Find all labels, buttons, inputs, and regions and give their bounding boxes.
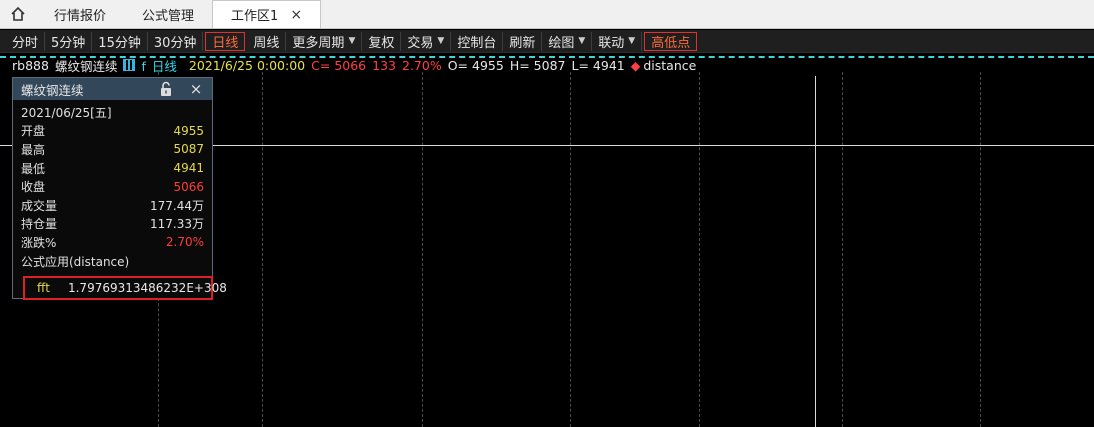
panel-row-close: 收盘 5066	[21, 179, 204, 195]
tab-formula[interactable]: 公式管理	[124, 0, 212, 28]
tb-refresh-button[interactable]: 刷新	[503, 31, 543, 51]
panel-header[interactable]: 螺纹钢连续 ×	[13, 78, 212, 100]
tb-adjust-button[interactable]: 复权	[362, 31, 402, 51]
crosshair-vertical	[815, 76, 816, 427]
panel-date-row: 2021/06/25[五]	[21, 105, 112, 120]
dropdown-arrow-icon: ▼	[628, 36, 636, 46]
fft-label: fft	[37, 281, 50, 295]
open-price: O= 4955	[447, 57, 504, 73]
indicator-name: distance	[643, 57, 697, 73]
tb-15min-button[interactable]: 15分钟	[92, 31, 148, 51]
period-label: f 日线	[141, 58, 177, 74]
grid-icon[interactable]	[123, 59, 136, 71]
panel-close-icon[interactable]: ×	[186, 80, 206, 98]
dropdown-arrow-icon: ▼	[348, 36, 356, 46]
panel-row-open: 开盘 4955	[21, 123, 204, 139]
tb-intraday-button[interactable]: 分时	[6, 31, 46, 51]
price-change: 133	[372, 57, 396, 73]
panel-formula-label: 公式应用(distance)	[21, 254, 130, 269]
panel-row-change-pct: 涨跌% 2.70%	[21, 235, 204, 250]
panel-body: 2021/06/25[五] 开盘 4955 最高 5087 最低 4941 收盘 506…	[13, 100, 212, 270]
fft-value-row: fft 1.79769313486232E+308	[23, 276, 227, 300]
dropdown-arrow-icon: ▼	[578, 36, 586, 46]
tab-workspace[interactable]: 工作区1 ×	[212, 0, 322, 28]
fft-value: 1.79769313486232E+308	[67, 281, 227, 295]
tb-30min-button[interactable]: 30分钟	[148, 31, 204, 51]
panel-row-low: 最低 4941	[21, 161, 204, 176]
tb-link-dropdown[interactable]: 联动 ▼	[592, 31, 643, 51]
tb-daily-button[interactable]: 日线	[205, 31, 246, 51]
indicator-diamond-icon: ◆	[630, 57, 641, 73]
close-price: C= 5066	[311, 57, 367, 73]
bar-data-panel[interactable]: 螺纹钢连续 × 2021/06/25[五] 开盘 4955 最高 5087 最低 49…	[12, 77, 227, 300]
panel-row-high: 最高 5087	[21, 142, 204, 157]
dropdown-arrow-icon: ▼	[437, 36, 445, 46]
tab-close-icon[interactable]: ×	[290, 7, 302, 23]
symbol-code: rb888	[12, 57, 49, 73]
symbol-name: 螺纹钢连续	[54, 58, 118, 74]
tb-weekly-button[interactable]: 周线	[247, 31, 287, 51]
panel-title: 螺纹钢连续	[21, 82, 84, 98]
bar-datetime: 2021/6/25 0:00:00	[188, 57, 306, 73]
grid-line	[262, 72, 263, 427]
tb-highlow-button[interactable]: 高低点	[644, 31, 698, 51]
grid-line	[842, 72, 843, 427]
price-change-pct: 2.70%	[402, 57, 442, 73]
home-icon[interactable]	[0, 0, 36, 28]
grid-line	[699, 72, 700, 427]
tb-more-periods-dropdown[interactable]: 更多周期 ▼	[286, 31, 363, 51]
tab-quotes[interactable]: 行情报价	[36, 0, 124, 28]
tb-trade-dropdown[interactable]: 交易 ▼	[401, 31, 452, 51]
panel-row-volume: 成交量 177.44万	[21, 198, 204, 213]
low-price: L= 4941	[571, 57, 625, 73]
tab-bar: 行情报价 公式管理 工作区1 ×	[0, 0, 1094, 29]
tb-5min-button[interactable]: 5分钟	[45, 31, 93, 51]
grid-line	[980, 72, 981, 427]
tb-console-button[interactable]: 控制台	[451, 31, 504, 51]
tb-draw-dropdown[interactable]: 绘图 ▼	[542, 31, 593, 51]
quote-info-line: rb888 螺纹钢连续 f 日线 2021/6/25 0:00:00 C= 506…	[12, 57, 702, 74]
panel-row-open-interest: 持仓量 117.33万	[21, 217, 204, 232]
high-price: H= 5087	[509, 57, 566, 73]
grid-line	[422, 72, 423, 427]
period-toolbar: 分时 5分钟 15分钟 30分钟 日线 周线 更多周期 ▼ 复权 交易 ▼ 控制台 …	[0, 30, 1094, 53]
grid-line	[570, 72, 571, 427]
unlock-icon[interactable]	[158, 81, 174, 97]
